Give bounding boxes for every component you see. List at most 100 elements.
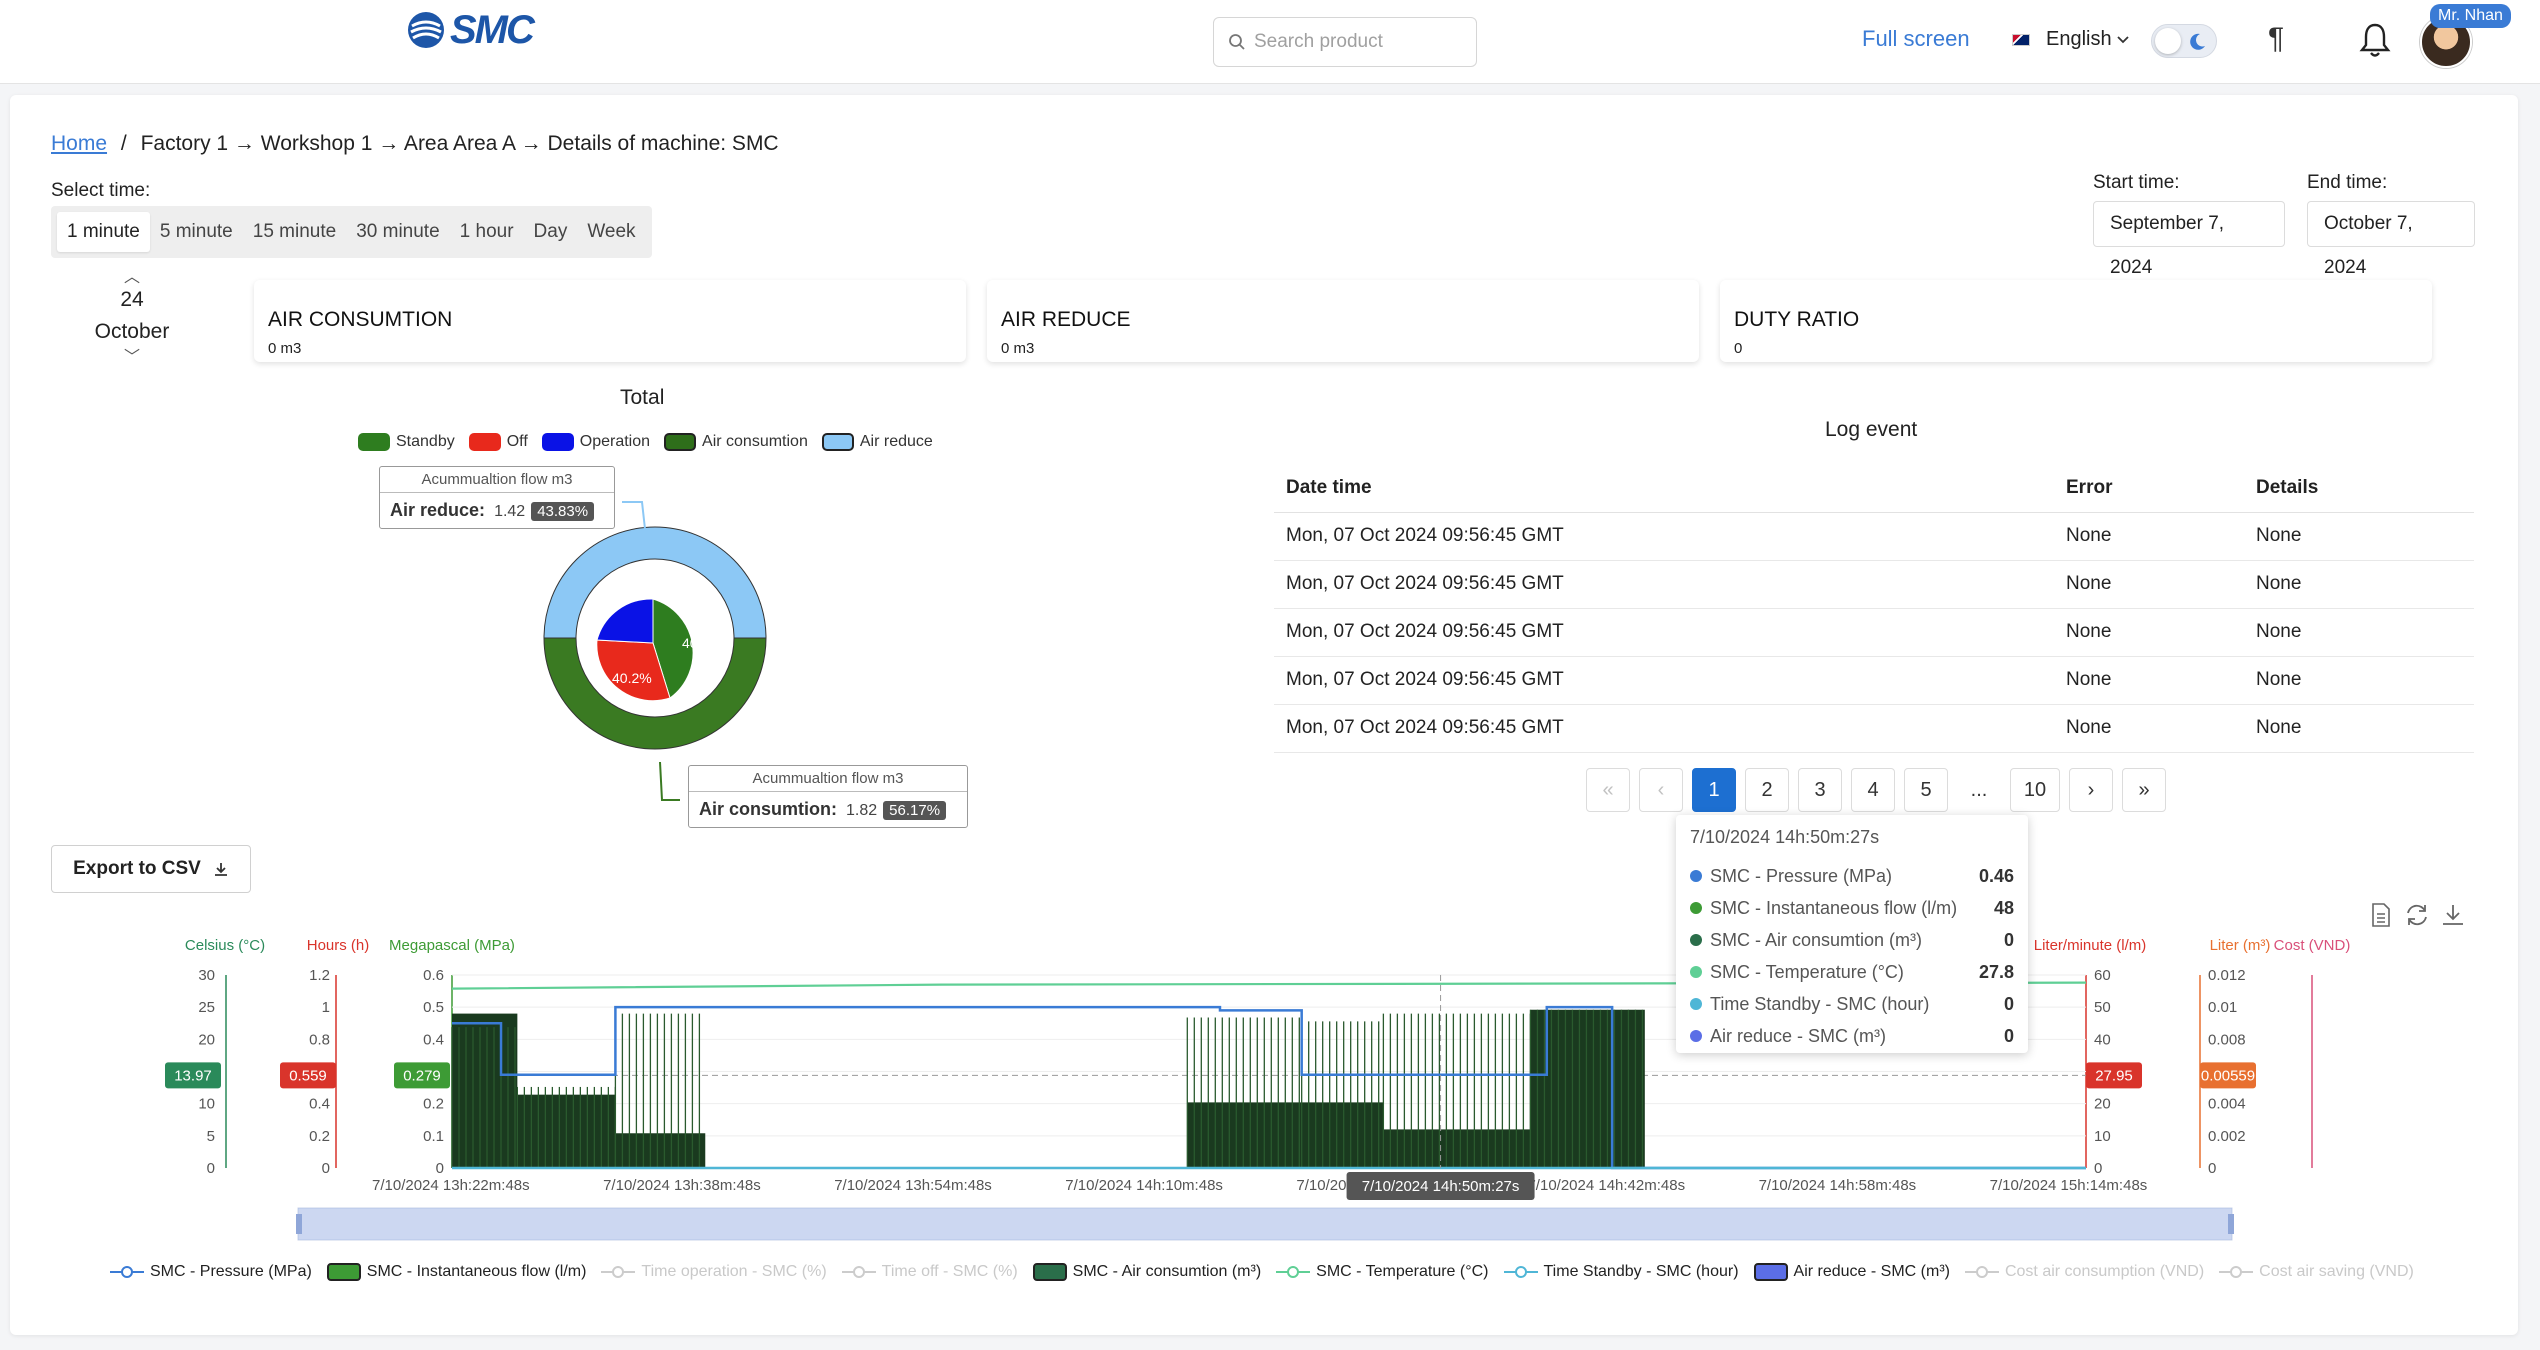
fullscreen-link[interactable]: Full screen	[1862, 26, 1970, 52]
page-button[interactable]: 5	[1904, 768, 1948, 812]
legend-item[interactable]: Cost air saving (VND)	[2219, 1263, 2414, 1281]
legend-swatch-icon	[841, 1265, 876, 1279]
legend-swatch-icon	[110, 1265, 144, 1279]
range-30-minute[interactable]: 30 minute	[346, 212, 449, 252]
bell-icon[interactable]	[2358, 20, 2392, 60]
tooltip-value: 1.82	[846, 802, 878, 819]
page-button[interactable]: 10	[2010, 768, 2060, 812]
tooltip-value: 1.42	[494, 503, 526, 520]
standby-pct-label: 40.21%	[682, 635, 729, 651]
axis-tick-label: 0	[207, 1160, 215, 1177]
range-5-minute[interactable]: 5 minute	[150, 212, 243, 252]
logo-icon	[408, 12, 444, 48]
breadcrumb-home-link[interactable]: Home	[51, 132, 107, 155]
log-table: Date time Error Details Mon, 07 Oct 2024…	[1274, 464, 2474, 753]
page-button[interactable]: 2	[1745, 768, 1789, 812]
theme-toggle[interactable]	[2151, 24, 2217, 58]
legend-item[interactable]: Time off - SMC (%)	[841, 1263, 1018, 1281]
chevron-down-icon	[2116, 35, 2129, 43]
range-15-minute[interactable]: 15 minute	[243, 212, 346, 252]
logo[interactable]: SMC	[406, 7, 535, 52]
legend-operation[interactable]: Operation	[541, 433, 650, 451]
legend-item[interactable]: SMC - Air consumtion (m³)	[1032, 1263, 1261, 1281]
axis-tick-label: 0.012	[2208, 967, 2246, 984]
language-selector[interactable]: English	[2012, 28, 2130, 51]
axis-tick-label: 0.01	[2208, 999, 2237, 1016]
day-down-icon[interactable]: ﹀	[80, 350, 184, 366]
logo-text: SMC	[450, 7, 535, 52]
legend-label: Time operation - SMC (%)	[641, 1263, 827, 1280]
first-page-button[interactable]: «	[1586, 768, 1630, 812]
prev-page-button[interactable]: ‹	[1639, 768, 1683, 812]
table-row[interactable]: Mon, 07 Oct 2024 09:56:45 GMT None None	[1274, 512, 2474, 561]
range-1-hour[interactable]: 1 hour	[450, 212, 524, 252]
stat-value: 0 m3	[268, 340, 302, 357]
text-direction-icon[interactable]: ¶	[2268, 22, 2284, 56]
axis-cursor-value: 13.97	[174, 1067, 212, 1084]
axis-tick-label: 60	[2094, 967, 2111, 984]
legend-item[interactable]: SMC - Instantaneous flow (l/m)	[326, 1263, 586, 1281]
donut-chart: 40.21% 40.2%	[543, 526, 767, 750]
table-row[interactable]: Mon, 07 Oct 2024 09:56:45 GMT None None	[1274, 608, 2474, 657]
next-page-button[interactable]: ›	[2069, 768, 2113, 812]
month-value: October	[94, 320, 170, 343]
legend-item[interactable]: SMC - Temperature (°C)	[1276, 1263, 1489, 1281]
legend-item[interactable]: Air reduce - SMC (m³)	[1753, 1263, 1950, 1281]
chart-legend: SMC - Pressure (MPa) SMC - Instantaneous …	[110, 1263, 2429, 1281]
tooltip-title: 7/10/2024 14h:50m:27s	[1690, 827, 1880, 847]
axis-tick-label: 40	[2094, 1031, 2111, 1048]
legend-item[interactable]: Time operation - SMC (%)	[601, 1263, 827, 1281]
last-page-button[interactable]: »	[2122, 768, 2166, 812]
page-ellipsis[interactable]: ...	[1957, 768, 2001, 812]
search-input[interactable]	[1254, 31, 1464, 53]
range-week[interactable]: Week	[577, 212, 645, 252]
axis-tick-label: 50	[2094, 999, 2111, 1016]
tooltip-header: Acummualtion flow m3	[380, 467, 614, 493]
start-time-field[interactable]: September 7, 2024	[2093, 201, 2285, 278]
donut-slice-operation[interactable]	[596, 598, 654, 644]
page: SMC Full screen English ¶	[0, 0, 2540, 1350]
off-pct-label: 40.2%	[612, 670, 652, 686]
table-row[interactable]: Mon, 07 Oct 2024 09:56:45 GMT None None	[1274, 656, 2474, 705]
day-up-icon[interactable]: ︿	[80, 270, 184, 286]
table-row[interactable]: Mon, 07 Oct 2024 09:56:45 GMT None None	[1274, 560, 2474, 609]
axis-tick-label: 20	[2094, 1096, 2111, 1113]
col-error: Error	[2054, 464, 2244, 513]
end-time-field[interactable]: October 7, 2024	[2307, 201, 2475, 278]
legend-item[interactable]: Time Standby - SMC (hour)	[1503, 1263, 1739, 1281]
range-1-minute[interactable]: 1 minute	[57, 212, 150, 252]
tooltip-row: Air reduce - SMC (m³) 0	[1690, 1020, 2014, 1052]
legend-air-reduce[interactable]: Air reduce	[821, 433, 933, 451]
x-tick-label: 7/10/2024 13h:38m:48s	[603, 1177, 761, 1194]
range-day[interactable]: Day	[524, 212, 578, 252]
page-button[interactable]: 3	[1798, 768, 1842, 812]
legend-item[interactable]: Cost air consumption (VND)	[1964, 1263, 2204, 1281]
export-csv-button[interactable]: Export to CSV	[51, 845, 251, 893]
axis-tick-label: 0.008	[2208, 1031, 2246, 1048]
page-button[interactable]: 1	[1692, 768, 1736, 812]
x-tick-label: 7/10/2024 14h:10m:48s	[1065, 1177, 1223, 1194]
axis-cursor-value: 27.95	[2095, 1067, 2133, 1084]
legend-air-consumption[interactable]: Air consumtion	[664, 433, 808, 451]
stat-title: DUTY RATIO	[1734, 308, 1860, 331]
legend-off[interactable]: Off	[468, 433, 528, 451]
top-bar: SMC Full screen English ¶	[0, 0, 2540, 84]
axis-title: Celsius (°C)	[185, 937, 265, 954]
tooltip-pct: 43.83%	[531, 502, 595, 521]
legend-item[interactable]: SMC - Pressure (MPa)	[110, 1263, 312, 1281]
tooltip-name: Air consumtion	[699, 799, 832, 819]
search-box[interactable]	[1213, 17, 1477, 67]
axis-tick-label: 0.2	[423, 1096, 444, 1113]
uk-flag-icon	[2012, 33, 2030, 46]
page-button[interactable]: 4	[1851, 768, 1895, 812]
axis-tick-label: 0.1	[423, 1128, 444, 1145]
tooltip-name: Air reduce	[390, 500, 480, 520]
legend-standby[interactable]: Standby	[358, 433, 455, 451]
axis-tick-label: 0	[436, 1160, 444, 1177]
tooltip-header: Acummualtion flow m3	[689, 766, 967, 792]
x-tick-label: 7/10/2024 13h:54m:48s	[834, 1177, 992, 1194]
log-header-row: Date time Error Details	[1274, 464, 2474, 513]
axis-title: Cost (VND)	[2274, 937, 2351, 954]
legend-label: Air reduce - SMC (m³)	[1793, 1263, 1950, 1280]
table-row[interactable]: Mon, 07 Oct 2024 09:56:45 GMT None None	[1274, 704, 2474, 753]
